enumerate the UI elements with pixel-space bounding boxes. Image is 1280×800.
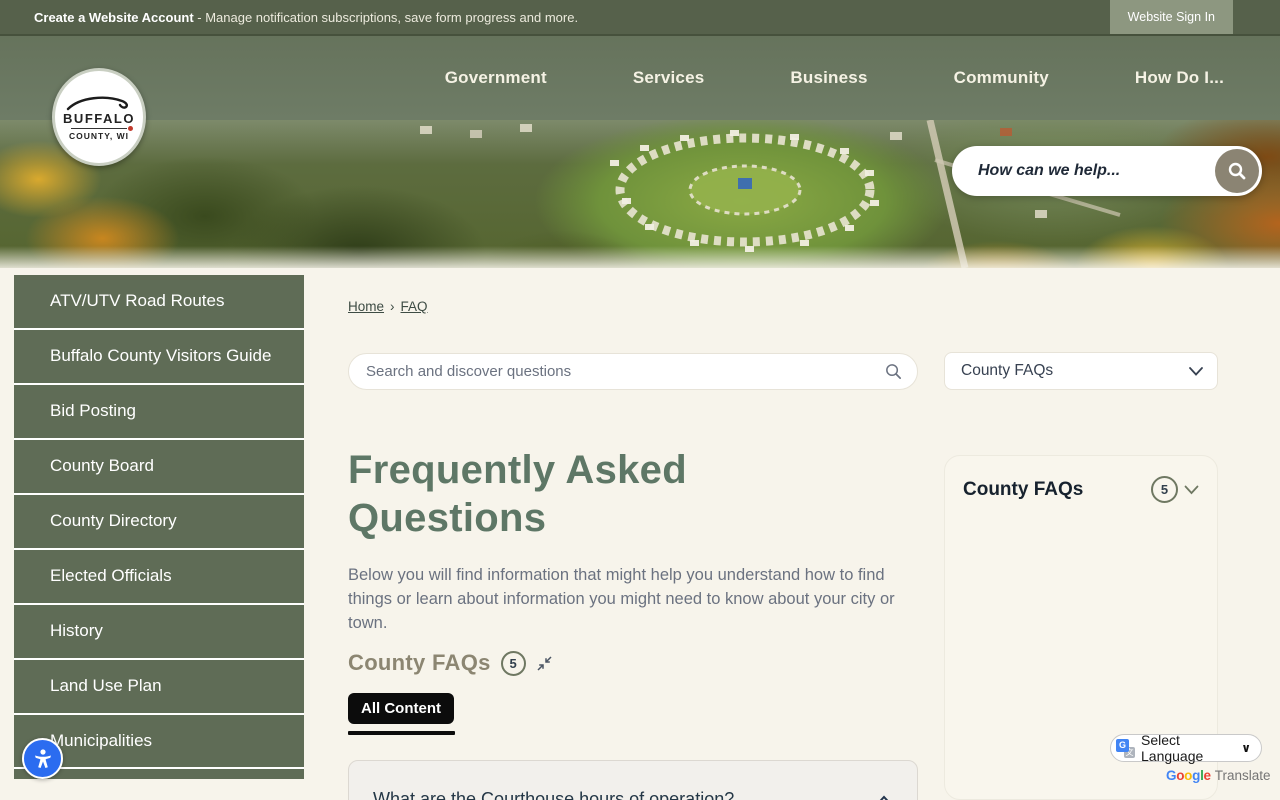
logo-text-line1: BUFFALO bbox=[63, 111, 135, 126]
google-logo-text: Google bbox=[1166, 768, 1211, 783]
google-translate-icon: 文 G bbox=[1116, 738, 1135, 758]
section-title: County FAQs bbox=[348, 650, 491, 675]
section-sidebar: ATV/UTV Road Routes Buffalo County Visit… bbox=[14, 275, 304, 780]
panel-title: County FAQs bbox=[963, 478, 1084, 500]
faq-accordion-item[interactable]: What are the Courthouse hours of operati… bbox=[348, 760, 918, 800]
section-count-badge: 5 bbox=[500, 650, 526, 676]
faq-search bbox=[348, 353, 918, 390]
logo-text-line2: COUNTY, WI bbox=[68, 131, 130, 141]
tab-all-content-wrap: All Content bbox=[348, 693, 455, 735]
logo-divider bbox=[71, 126, 133, 131]
create-account-link[interactable]: Create a Website Account bbox=[34, 10, 194, 25]
buffalo-silhouette-icon bbox=[66, 96, 128, 111]
breadcrumb: Home › FAQ bbox=[348, 299, 428, 314]
google-translate-attribution[interactable]: Google Translate bbox=[1166, 768, 1271, 783]
sidebar-item-elected-officials[interactable]: Elected Officials bbox=[14, 549, 304, 605]
page-content: ATV/UTV Road Routes Buffalo County Visit… bbox=[0, 268, 1280, 800]
faq-category-select[interactable]: County FAQs bbox=[944, 352, 1218, 390]
select-language-label: Select Language bbox=[1141, 732, 1204, 764]
tab-all-content[interactable]: All Content bbox=[348, 693, 454, 724]
faq-question-text: What are the Courthouse hours of operati… bbox=[373, 789, 735, 800]
google-translate-select[interactable]: 文 G Select Language ∨ bbox=[1110, 732, 1262, 764]
logo-red-dot bbox=[128, 126, 133, 131]
sidebar-item-atv-utv-road-routes[interactable]: ATV/UTV Road Routes bbox=[14, 275, 304, 330]
collapse-icon[interactable] bbox=[536, 655, 553, 672]
tab-active-underline bbox=[348, 731, 455, 735]
sidebar-item-history[interactable]: History bbox=[14, 604, 304, 660]
sidebar-item-land-use-plan[interactable]: Land Use Plan bbox=[14, 659, 304, 715]
sidebar-item-county-board[interactable]: County Board bbox=[14, 439, 304, 495]
sidebar-item-bid-posting[interactable]: Bid Posting bbox=[14, 384, 304, 440]
sidebar-item-county-directory[interactable]: County Directory bbox=[14, 494, 304, 550]
website-sign-in-button[interactable]: Website Sign In bbox=[1109, 0, 1233, 34]
magnifier-icon bbox=[886, 364, 902, 380]
chevron-down-icon: ∨ bbox=[1241, 741, 1251, 755]
nav-item-government[interactable]: Government bbox=[445, 68, 547, 88]
hero-bottom-fade bbox=[0, 246, 1280, 268]
hero-banner-image bbox=[0, 120, 1280, 268]
site-search bbox=[952, 146, 1262, 196]
nav-item-how-do-i[interactable]: How Do I... bbox=[1135, 68, 1224, 88]
buffalo-county-logo[interactable]: BUFFALO COUNTY, WI bbox=[52, 68, 146, 166]
page-title: Frequently Asked Questions bbox=[348, 448, 687, 540]
nav-item-services[interactable]: Services bbox=[633, 68, 705, 88]
breadcrumb-home-link[interactable]: Home bbox=[348, 299, 384, 314]
intro-paragraph: Below you will find information that mig… bbox=[348, 566, 895, 633]
chevron-down-icon bbox=[1189, 366, 1203, 376]
nav-item-community[interactable]: Community bbox=[954, 68, 1049, 88]
site-search-button[interactable] bbox=[1215, 149, 1259, 193]
faq-search-input[interactable] bbox=[366, 363, 884, 380]
main-navigation: Government Services Business Community H… bbox=[0, 36, 1280, 120]
panel-count-badge: 5 bbox=[1151, 476, 1178, 503]
translate-label: Translate bbox=[1214, 768, 1271, 783]
county-faqs-section-heading: County FAQs 5 bbox=[348, 650, 553, 676]
sidebar-item-visitors-guide[interactable]: Buffalo County Visitors Guide bbox=[14, 329, 304, 385]
breadcrumb-faq-link[interactable]: FAQ bbox=[401, 299, 428, 314]
nav-item-business[interactable]: Business bbox=[790, 68, 867, 88]
faq-category-value: County FAQs bbox=[961, 362, 1054, 379]
accessibility-button[interactable] bbox=[22, 738, 63, 779]
utility-bar: Create a Website Account - Manage notifi… bbox=[0, 0, 1280, 36]
create-account-message: Create a Website Account - Manage notifi… bbox=[34, 9, 579, 25]
chevron-up-icon[interactable] bbox=[875, 795, 893, 800]
county-faqs-panel-header[interactable]: County FAQs 5 bbox=[963, 476, 1199, 503]
accessibility-person-icon bbox=[34, 748, 51, 768]
magnifier-icon bbox=[1228, 162, 1246, 180]
chevron-down-icon[interactable] bbox=[1184, 485, 1199, 495]
breadcrumb-separator: › bbox=[390, 299, 395, 314]
